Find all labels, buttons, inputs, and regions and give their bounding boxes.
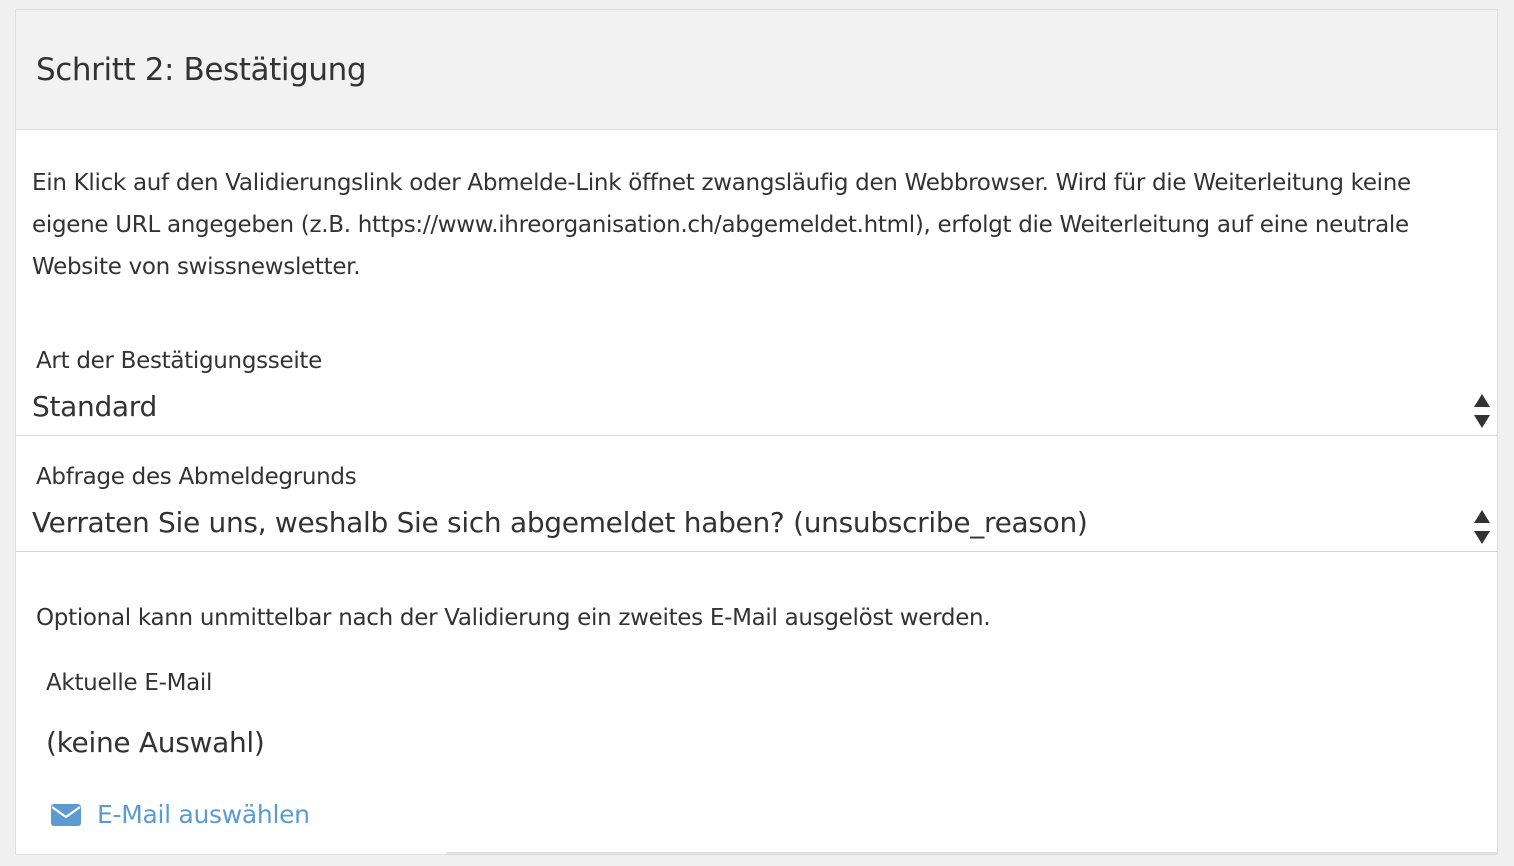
current-email-value: (keine Auswahl) [46,726,265,759]
panel-header: Schritt 2: Bestätigung [16,10,1497,130]
select-email-link[interactable]: E-Mail auswählen [51,800,310,829]
select-arrows-icon[interactable] [1474,510,1490,544]
confirmation-page-label: Art der Bestätigungsseite [36,348,322,374]
envelope-icon [51,803,81,826]
select-email-label[interactable]: E-Mail auswählen [97,800,310,829]
select-arrows-icon[interactable] [1474,394,1490,428]
panel-title: Schritt 2: Bestätigung [36,51,367,88]
intro-text: Ein Klick auf den Validierungslink oder … [32,170,1411,280]
unsubscribe-reason-select[interactable]: Abfrage des Abmeldegrunds Verraten Sie u… [16,436,1497,552]
unsubscribe-reason-value[interactable]: Verraten Sie uns, weshalb Sie sich abgem… [32,506,1088,539]
current-email-label: Aktuelle E-Mail [46,670,213,696]
bottom-divider [446,852,1497,854]
confirmation-panel: Schritt 2: Bestätigung Ein Klick auf den… [15,9,1498,855]
unsubscribe-reason-label: Abfrage des Abmeldegrunds [36,464,357,490]
confirmation-page-select[interactable]: Art der Bestätigungsseite Standard [16,340,1497,436]
optional-email-hint: Optional kann unmittelbar nach der Valid… [36,605,991,631]
confirmation-page-value[interactable]: Standard [32,390,157,423]
